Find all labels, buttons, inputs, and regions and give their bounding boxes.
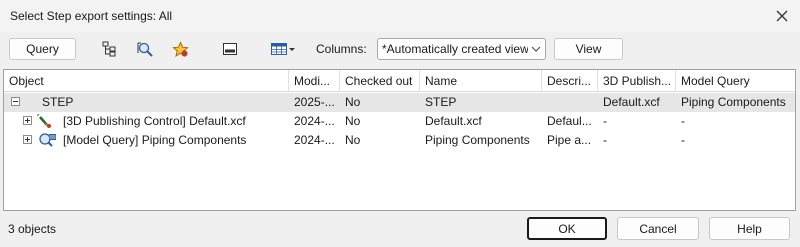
panel-layout-icon <box>223 43 237 55</box>
tree-structure-button[interactable] <box>97 38 121 60</box>
favorite-button[interactable] <box>168 38 192 60</box>
column-header-model-query[interactable]: Model Query <box>676 70 795 92</box>
status-count: 3 objects <box>8 222 57 236</box>
expand-toggle[interactable] <box>23 135 32 144</box>
cell-3d-publishing: Default.xcf <box>603 95 660 109</box>
cell-checked-out: No <box>345 133 361 147</box>
cell-model-query: - <box>681 133 685 147</box>
query-button[interactable]: Query <box>9 38 76 60</box>
cell-name: STEP <box>425 95 457 109</box>
magnifier-tree-icon <box>137 42 153 57</box>
help-button[interactable]: Help <box>709 217 790 240</box>
column-header-3d-publishing[interactable]: 3D Publish... <box>598 70 676 92</box>
columns-view-value: *Automatically created view <box>382 42 528 56</box>
table-view-icon <box>271 43 295 55</box>
cell-3d-publishing: - <box>603 114 607 128</box>
column-header-object[interactable]: Object <box>4 70 289 92</box>
window-title: Select Step export settings: All <box>10 9 173 23</box>
title-bar: Select Step export settings: All <box>0 0 800 32</box>
cell-3d-publishing: - <box>603 133 607 147</box>
cell-name: Default.xcf <box>425 114 482 128</box>
close-icon <box>776 10 788 22</box>
cell-modified: 2024-... <box>294 114 335 128</box>
cell-description <box>544 93 598 112</box>
cell-description: Pipe a... <box>547 133 592 147</box>
cell-object: [3D Publishing Control] Default.xcf <box>63 114 246 128</box>
publishing-control-icon <box>36 113 51 128</box>
cell-modified: 2025-... <box>294 95 335 109</box>
column-header-description[interactable]: Descri... <box>542 70 598 92</box>
cell-description: Defaul... <box>547 114 592 128</box>
view-button[interactable]: View <box>554 38 623 60</box>
cell-object: [Model Query] Piping Components <box>63 133 247 147</box>
table-view-dropdown[interactable] <box>268 38 298 60</box>
table-row[interactable]: STEP 2025-... No STEP Default.xcf Piping… <box>4 93 795 112</box>
cell-checked-out: No <box>345 95 361 109</box>
layout-panel-button[interactable] <box>218 38 242 60</box>
column-header-modified[interactable]: Modi... <box>289 70 340 92</box>
chevron-down-icon <box>531 46 541 52</box>
star-icon <box>171 40 189 57</box>
cell-model-query: Piping Components <box>681 95 786 109</box>
cell-modified: 2024-... <box>294 133 335 147</box>
model-query-icon <box>39 133 56 147</box>
cancel-button[interactable]: Cancel <box>617 217 699 240</box>
close-button[interactable] <box>770 4 794 28</box>
collapse-toggle[interactable] <box>11 97 20 106</box>
ok-button[interactable]: OK <box>527 217 607 240</box>
column-header-checked-out[interactable]: Checked out <box>340 70 420 92</box>
columns-label: Columns: <box>316 42 367 56</box>
table-row[interactable]: [3D Publishing Control] Default.xcf 2024… <box>4 112 795 131</box>
cell-model-query: - <box>681 114 685 128</box>
objects-table: Object Modi... Checked out Name Descri..… <box>3 69 796 211</box>
cell-object: STEP <box>42 95 74 109</box>
expand-toggle[interactable] <box>23 116 32 125</box>
cell-checked-out: No <box>345 114 361 128</box>
table-header: Object Modi... Checked out Name Descri..… <box>4 70 795 92</box>
table-row[interactable]: [Model Query] Piping Components 2024-...… <box>4 131 795 150</box>
search-tree-button[interactable] <box>133 38 157 60</box>
cell-name: Piping Components <box>425 133 530 147</box>
column-header-name[interactable]: Name <box>420 70 542 92</box>
tree-structure-icon <box>102 41 116 57</box>
columns-view-select[interactable]: *Automatically created view <box>377 38 546 60</box>
